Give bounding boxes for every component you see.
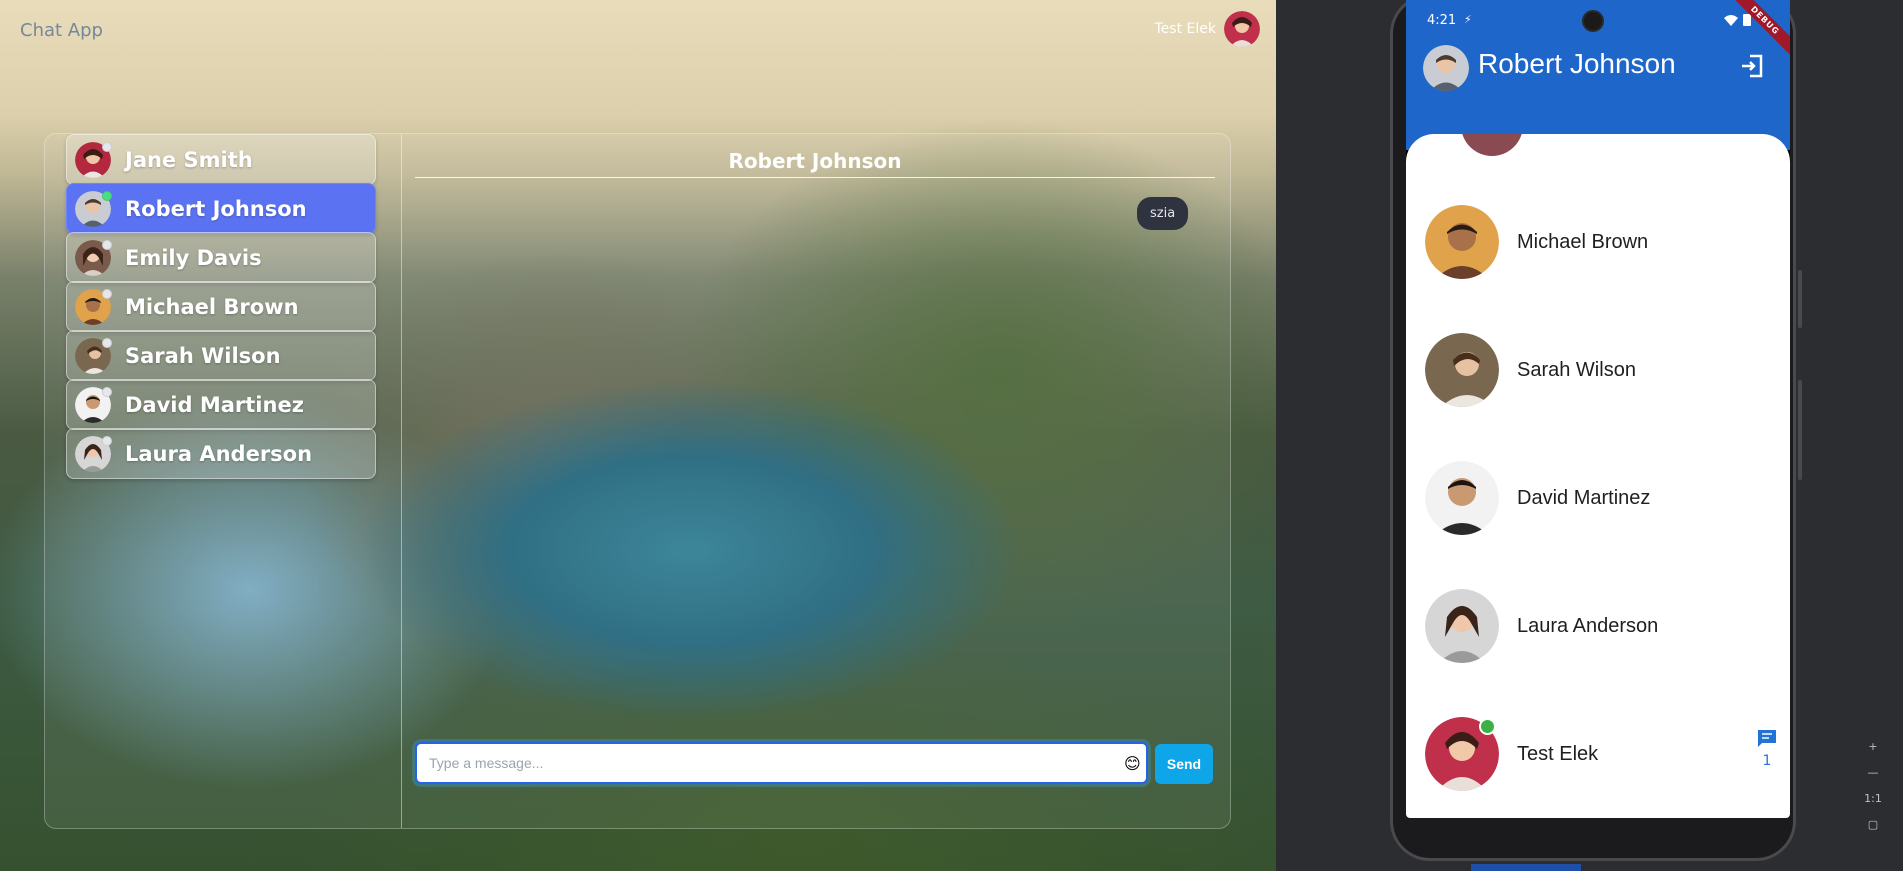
web-chat-app: Chat App Test Elek Jane Smith Robert Joh… [0,0,1276,871]
emoji-icon[interactable]: 😊 [1124,754,1141,773]
divider [415,177,1215,178]
message-input[interactable] [412,739,1151,787]
avatar [1425,589,1499,663]
taskbar-strip [1471,864,1581,871]
status-dot [102,141,112,152]
logout-icon[interactable] [1739,53,1765,79]
status-dot [102,337,112,348]
current-user-name: Test Elek [1154,21,1216,37]
contact-list-mobile: Michael Brown Sarah Wilson David Martine… [1406,134,1790,818]
app-bar: 4:21 ⚡ DEBUG Robert Johnson [1406,0,1790,150]
avatar [1461,134,1523,156]
status-dot [102,435,112,446]
android-emulator: 4:21 ⚡ DEBUG Robert Johnson Michael Brow… [1276,0,1903,871]
contact-item-david-martinez[interactable]: David Martinez [66,379,376,430]
contact-name: Laura Anderson [1517,614,1659,637]
list-item-sarah-wilson[interactable]: Sarah Wilson [1406,306,1790,434]
status-dot [102,190,112,201]
status-time: 4:21 [1427,13,1457,28]
notification-icon: ⚡ [1464,13,1472,26]
contact-name: Emily Davis [125,245,262,270]
contact-name: Laura Anderson [125,441,313,466]
contact-name: Michael Brown [125,294,299,319]
avatar [1425,333,1499,407]
contact-item-michael-brown[interactable]: Michael Brown [66,281,376,332]
chat-container: Jane Smith Robert Johnson Emily Davis Mi… [44,133,1231,829]
contact-name: Sarah Wilson [125,343,281,368]
app-title: Chat App [20,20,103,41]
contact-item-jane-smith[interactable]: Jane Smith [66,134,376,185]
camera-cutout [1582,10,1604,32]
status-dot [102,239,112,250]
avatar [1425,461,1499,535]
contact-name: David Martinez [1517,486,1651,509]
contact-name: Jane Smith [125,147,253,172]
list-item-test-elek[interactable]: Test Elek [1406,690,1790,818]
zoom-fit-button[interactable]: ▢ [1859,811,1887,837]
appbar-title: Robert Johnson [1478,48,1676,79]
contact-item-emily-davis[interactable]: Emily Davis [66,232,376,283]
zoom-in-button[interactable]: + [1859,733,1887,759]
zoom-reset-button[interactable]: 1:1 [1859,785,1887,811]
status-dot [102,386,112,397]
wifi-icon [1724,15,1738,26]
current-user-avatar[interactable] [1224,11,1260,47]
contact-name: Sarah Wilson [1517,358,1636,381]
avatar [1425,205,1499,279]
list-item-michael-brown[interactable]: Michael Brown [1406,178,1790,306]
online-indicator [1479,718,1496,735]
phone-screen: 4:21 ⚡ DEBUG Robert Johnson Michael Brow… [1406,0,1790,818]
chat-bubble-icon [1758,730,1776,747]
list-item-david-martinez[interactable]: David Martinez [1406,434,1790,562]
send-button[interactable]: Send [1155,744,1213,784]
volume-button[interactable] [1798,270,1802,328]
emulator-zoom-controls: + — 1:1 ▢ [1859,733,1887,843]
current-user[interactable]: Test Elek [1155,11,1260,47]
zoom-out-button[interactable]: — [1859,759,1887,785]
contact-item-sarah-wilson[interactable]: Sarah Wilson [66,330,376,381]
message-bubble: szia [1137,197,1189,230]
contact-name: David Martinez [125,392,304,417]
unread-count: 1 [1762,753,1772,769]
contact-item-laura-anderson[interactable]: Laura Anderson [66,428,376,479]
contact-list: Jane Smith Robert Johnson Emily Davis Mi… [45,134,402,828]
list-item-laura-anderson[interactable]: Laura Anderson [1406,562,1790,690]
contact-name: Michael Brown [1517,230,1649,253]
unread-indicator: 1 [1756,729,1778,769]
chat-header-title: Robert Johnson [728,149,902,173]
contact-item-robert-johnson[interactable]: Robert Johnson [66,183,376,234]
contact-name: Test Elek [1517,742,1599,765]
contact-name: Robert Johnson [125,196,307,221]
status-dot [102,288,112,299]
status-bar: 4:21 ⚡ [1406,0,1790,40]
appbar-avatar[interactable] [1423,45,1469,91]
power-button[interactable] [1798,380,1802,480]
